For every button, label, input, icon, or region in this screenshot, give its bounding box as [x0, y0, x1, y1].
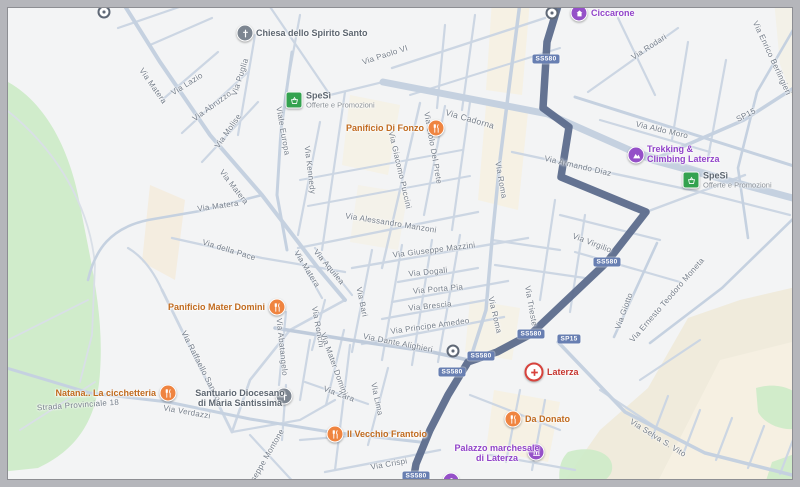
poi-label-fonzo[interactable]: Panificio Di Fonzo — [346, 123, 424, 133]
cross-icon — [242, 29, 248, 37]
supermarket-pin[interactable] — [682, 171, 700, 189]
fork-knife-icon — [165, 388, 171, 398]
poi-label-santuario[interactable]: Santuario Diocesano di Maria Santissima — [195, 388, 285, 408]
road-network — [0, 0, 800, 487]
poi-line1: Trekking & — [647, 144, 694, 154]
poi-title: SpeSì — [306, 90, 332, 101]
trekking-pin[interactable] — [627, 146, 645, 164]
poi-title: SpeSì — [703, 170, 729, 181]
supermarket-pin[interactable] — [285, 91, 303, 109]
route-shield-ss580: SS580 — [517, 329, 545, 339]
poi-label-dadonato[interactable]: Da Donato — [525, 414, 570, 424]
poi-label-palazzo[interactable]: Palazzo marchesale di Laterza — [454, 443, 539, 463]
basket-icon — [687, 176, 695, 184]
basket-icon — [290, 96, 298, 104]
fork-knife-icon — [274, 302, 280, 312]
poi-label-chiesa[interactable]: Chiesa dello Spirito Santo — [256, 28, 368, 38]
medical-cross-icon — [530, 368, 538, 376]
poi-label-spesi2[interactable]: SpeSì Offerte e Promozioni — [703, 171, 772, 190]
transit-stop-icon[interactable] — [97, 5, 111, 19]
poi-label-laterza[interactable]: Laterza — [547, 367, 579, 377]
poi-line2: di Laterza — [475, 453, 518, 463]
poi-label-frantoio[interactable]: Il Vecchio Frantoio — [347, 429, 427, 439]
poi-line2: di Maria Santissima — [197, 398, 283, 408]
restaurant-pin[interactable] — [427, 119, 445, 137]
poi-label-materdomini[interactable]: Panificio Mater Domini — [168, 302, 265, 312]
poi-label-ciccarone[interactable]: Ciccarone — [591, 8, 635, 18]
poi-line1: Santuario Diocesano — [195, 388, 285, 398]
restaurant-pin[interactable] — [268, 298, 286, 316]
poi-label-trekking[interactable]: Trekking & Climbing Laterza — [647, 144, 720, 164]
restaurant-pin[interactable] — [159, 384, 177, 402]
poi-label-natana[interactable]: Natana.. La cicchetteria — [55, 388, 156, 398]
poi-line2: Climbing Laterza — [647, 154, 720, 164]
restaurant-pin[interactable] — [326, 425, 344, 443]
shop-pin[interactable] — [570, 4, 588, 22]
transit-stop-icon[interactable] — [446, 344, 460, 358]
fork-knife-icon — [510, 414, 516, 424]
route-shield-sp15: SP15 — [557, 334, 581, 344]
terrain-layer — [0, 0, 800, 487]
route-shield-ss580: SS580 — [467, 351, 495, 361]
poi-subtitle: Offerte e Promozioni — [703, 180, 772, 190]
church-pin[interactable] — [236, 24, 254, 42]
route-shield-ss580: SS580 — [402, 471, 430, 481]
poi-subtitle: Offerte e Promozioni — [306, 100, 375, 110]
route-shield-ss580: SS580 — [438, 367, 466, 377]
restaurant-pin[interactable] — [504, 410, 522, 428]
poi-label-spesi[interactable]: SpeSì Offerte e Promozioni — [306, 91, 375, 110]
poi-line1: Palazzo marchesale — [454, 443, 540, 453]
route-shield-ss580: SS580 — [532, 54, 560, 64]
hospital-pin[interactable] — [524, 362, 544, 382]
mountain-icon — [632, 153, 640, 158]
route-shield-ss580: SS580 — [593, 257, 621, 267]
person-pin[interactable] — [442, 472, 460, 487]
transit-stop-icon[interactable] — [545, 6, 559, 20]
home-icon — [576, 9, 582, 16]
fork-knife-icon — [332, 429, 338, 439]
fork-knife-icon — [433, 123, 439, 133]
person-icon — [448, 477, 454, 484]
map-canvas[interactable]: Via Paolo VI Via Cadorna Via Aldo Moro V… — [0, 0, 800, 487]
